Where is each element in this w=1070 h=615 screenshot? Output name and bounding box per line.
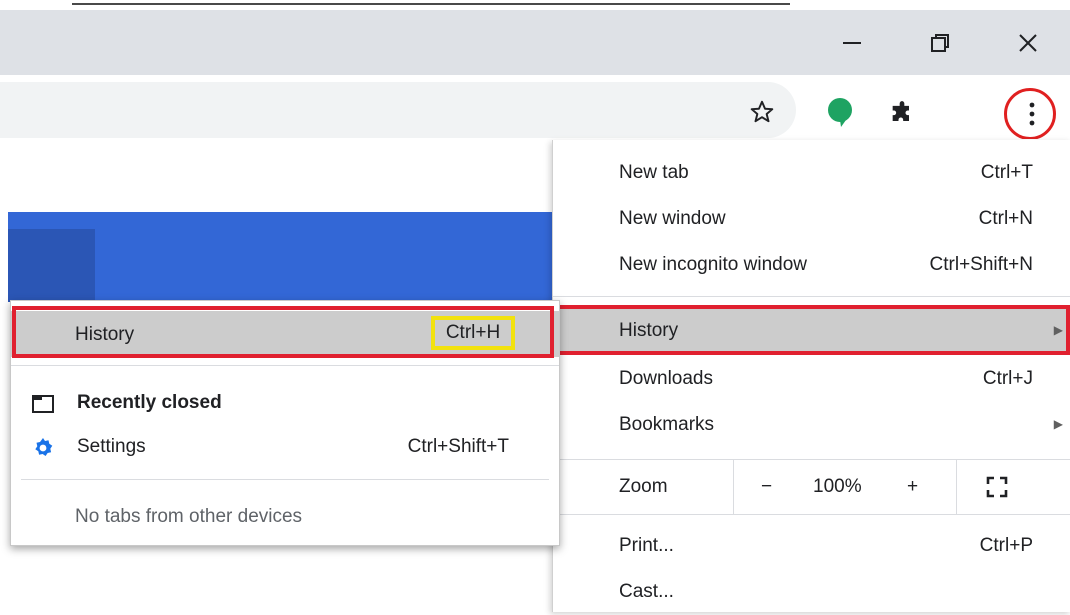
menu-highlight-circle [1004, 88, 1056, 140]
no-tabs-label: No tabs from other devices [75, 506, 303, 527]
restore-icon [931, 33, 949, 52]
gear-icon [35, 438, 53, 456]
extensions-button[interactable] [882, 94, 922, 134]
cropped-text-line [0, 0, 1070, 10]
menu-item-label: Downloads [619, 368, 713, 389]
menu-item-shortcut: Ctrl+Shift+N [929, 254, 1033, 275]
menu-item-print[interactable]: Print... Ctrl+P [553, 523, 1070, 569]
star-icon [750, 100, 774, 123]
recently-closed-label: Recently closed [77, 392, 222, 413]
recently-closed-header: Recently closed [11, 383, 559, 423]
puzzle-icon [892, 101, 909, 121]
menu-item-label: Cast... [619, 581, 674, 602]
speech-bubble-icon [828, 98, 852, 127]
menu-separator [553, 296, 1070, 297]
menu-item-shortcut: Ctrl+J [982, 368, 1033, 389]
menu-item-label: New tab [619, 162, 689, 183]
menu-separator [553, 514, 1070, 515]
menu-item-new-incognito-window[interactable]: New incognito window Ctrl+Shift+N [553, 242, 1070, 288]
settings-label: Settings [77, 436, 146, 457]
no-tabs-message: No tabs from other devices [11, 497, 559, 537]
submenu-item-settings[interactable]: Settings Ctrl+Shift+T [11, 427, 559, 467]
title-bar [0, 10, 1070, 75]
chrome-menu: New tab Ctrl+T New window Ctrl+N New inc… [552, 140, 1070, 612]
history-highlight-box [556, 305, 1070, 355]
submenu-separator [21, 479, 549, 480]
menu-item-shortcut: Ctrl+P [979, 535, 1033, 556]
bookmark-star-button[interactable] [740, 90, 784, 134]
settings-shortcut: Ctrl+Shift+T [407, 436, 509, 457]
minimize-button[interactable] [820, 10, 884, 75]
menu-item-new-window[interactable]: New window Ctrl+N [553, 196, 1070, 242]
close-button[interactable] [996, 10, 1060, 75]
menu-item-label: New window [619, 208, 726, 229]
green-extension-button[interactable] [822, 94, 858, 130]
menu-item-new-tab[interactable]: New tab Ctrl+T [553, 150, 1070, 196]
close-icon [1019, 33, 1037, 52]
menu-item-shortcut: Ctrl+N [978, 208, 1033, 229]
menu-item-label: Bookmarks [619, 414, 715, 435]
menu-item-label: New incognito window [619, 254, 807, 275]
address-bar[interactable] [0, 82, 796, 138]
fullscreen-button[interactable] [985, 460, 1009, 514]
submenu-history-highlight-box [12, 306, 554, 358]
submenu-separator [11, 365, 559, 366]
menu-item-bookmarks[interactable]: Bookmarks ▶ [553, 402, 1070, 448]
underline [72, 3, 790, 5]
zoom-controls-box [733, 460, 957, 514]
banner-dark-block [8, 229, 95, 302]
menu-item-shortcut: Ctrl+T [980, 162, 1033, 183]
minimize-icon [843, 41, 861, 44]
menu-item-cast[interactable]: Cast... [553, 569, 1070, 615]
restore-button[interactable] [908, 10, 972, 75]
fullscreen-icon [986, 476, 1008, 498]
zoom-label: Zoom [619, 476, 668, 497]
menu-item-downloads[interactable]: Downloads Ctrl+J [553, 356, 1070, 402]
menu-item-label: Print... [619, 535, 674, 556]
submenu-arrow-icon: ▶ [1053, 417, 1063, 431]
tab-window-icon [32, 395, 54, 413]
